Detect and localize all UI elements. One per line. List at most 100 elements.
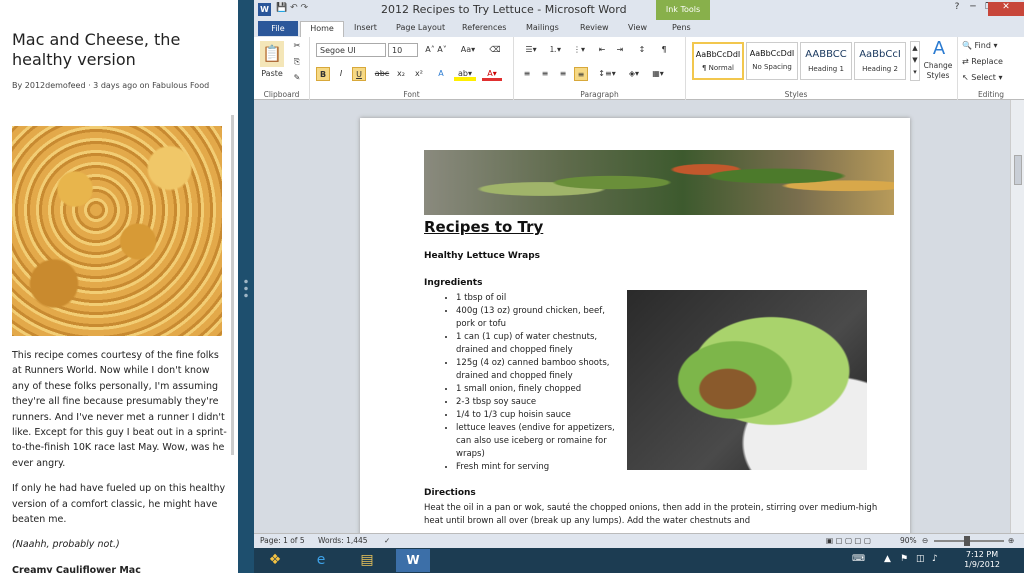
font-color-icon[interactable]: A▾ [482,67,502,81]
article-paragraph: This recipe comes courtesy of the fine f… [12,350,227,469]
style-normal[interactable]: AaBbCcDdI ¶ Normal [692,42,744,80]
show-formatting-icon[interactable]: ¶ [656,43,672,57]
ingredients-heading: Ingredients [424,278,483,288]
change-styles-button[interactable]: Change Styles [918,61,958,83]
recipe-title: Healthy Lettuce Wraps [424,251,541,261]
justify-icon[interactable]: ≡ [574,67,588,81]
numbering-icon[interactable]: ⒈▾ [544,43,566,57]
replace-label: Replace [971,57,1003,66]
word-count[interactable]: Words: 1,445 [318,536,368,545]
clock-time: 7:12 PM [965,550,999,559]
copy-icon[interactable]: ⎘ [290,55,304,69]
status-bar: Page: 1 of 5 Words: 1,445 ✓ ▣ ▢ ▢ ▢ ▢ 90… [254,533,1024,548]
find-button[interactable]: 🔍 Find ▾ [962,39,1020,53]
divider-grip-icon[interactable] [244,278,248,300]
vertical-scrollbar[interactable] [1010,100,1024,533]
internet-explorer-icon[interactable]: e [304,549,338,572]
superscript-button[interactable]: x² [412,67,426,81]
subscript-button[interactable]: x₂ [394,67,408,81]
cut-icon[interactable]: ✂ [290,39,304,53]
tab-mailings[interactable]: Mailings [526,23,559,32]
italic-button[interactable]: I [334,67,348,81]
view-buttons-icon[interactable]: ▣ ▢ ▢ ▢ ▢ [826,536,871,545]
font-group: Segoe UI 10 A˄ A˅ Aa▾ ⌫ B I U abc x₂ x² … [310,37,514,100]
font-size-box[interactable]: 10 [388,43,418,57]
paste-button[interactable]: Paste [258,67,286,81]
bullets-icon[interactable]: ☰▾ [520,43,542,57]
keyboard-icon[interactable]: ⌨ [852,554,865,564]
sort-icon[interactable]: ↕ [634,43,650,57]
bold-button[interactable]: B [316,67,330,81]
tab-insert[interactable]: Insert [354,23,377,32]
style-heading-1[interactable]: AABBCC Heading 1 [800,42,852,80]
zoom-out-icon[interactable]: ⊖ [922,536,928,545]
clear-formatting-icon[interactable]: ⌫ [486,43,504,57]
multilevel-list-icon[interactable]: ⋮▾ [568,43,590,57]
tab-file[interactable]: File [258,21,298,36]
snap-divider[interactable] [238,0,254,573]
lettuce-wrap-photo[interactable] [627,290,867,470]
align-center-icon[interactable]: ≡ [538,67,552,81]
zoom-slider-thumb[interactable] [964,536,970,546]
ink-tools-tab[interactable]: Ink Tools [656,0,710,20]
format-painter-icon[interactable]: ✎ [290,71,304,85]
find-label: Find [974,41,991,50]
title-bar: W 💾 ↶ ↷ 2012 Recipes to Try Lettuce - Mi… [254,0,1024,20]
file-explorer-icon[interactable]: ▤ [350,549,384,572]
word-app-icon[interactable]: W [258,3,271,16]
quick-access-toolbar-icon[interactable]: 💾 ↶ ↷ [276,3,308,13]
zoom-level[interactable]: 90% [900,536,917,545]
zoom-in-icon[interactable]: ⊕ [1008,536,1014,545]
word-taskbar-icon[interactable]: W [396,549,430,572]
replace-button[interactable]: ⇄ Replace [962,55,1020,69]
start-button-icon[interactable]: ❖ [258,549,292,572]
scrollbar-thumb[interactable] [1014,155,1022,185]
taskbar-clock[interactable]: 7:12 PM 1/9/2012 [964,550,1000,570]
highlight-icon[interactable]: ab▾ [454,67,476,81]
tab-home[interactable]: Home [300,21,344,37]
decrease-indent-icon[interactable]: ⇤ [594,43,610,57]
change-case-icon[interactable]: Aa▾ [458,43,478,57]
tab-review[interactable]: Review [580,23,609,32]
clipboard-group: 📋 Paste ✂ ⎘ ✎ Clipboard [254,37,310,100]
article-byline[interactable]: By 2012demofeed · 3 days ago on Fabulous… [12,81,209,90]
close-button[interactable]: ✕ [988,2,1024,16]
proofing-icon[interactable]: ✓ [384,536,390,545]
ribbon-tabs: File Home Insert Page Layout References … [254,20,1024,37]
style-name: Heading 2 [862,65,898,73]
line-spacing-icon[interactable]: ↕≡▾ [596,67,618,81]
text-effects-icon[interactable]: A [432,67,450,81]
tab-pens[interactable]: Pens [672,23,691,32]
select-button[interactable]: ↖ Select ▾ [962,71,1020,85]
flag-icon[interactable]: ⚑ [900,554,908,564]
style-name: ¶ Normal [701,64,734,72]
change-styles-icon[interactable]: A [922,39,956,59]
group-label: Paragraph [580,90,619,99]
align-left-icon[interactable]: ≡ [520,67,534,81]
page-count[interactable]: Page: 1 of 5 [260,536,305,545]
network-icon[interactable]: ◫ [916,554,925,564]
increase-indent-icon[interactable]: ⇥ [612,43,628,57]
list-item: 400g (13 oz) ground chicken, beef, pork … [456,305,626,331]
cursor-icon: ↖ [962,73,969,82]
style-heading-2[interactable]: AaBbCcI Heading 2 [854,42,906,80]
strikethrough-button[interactable]: abc [374,67,390,81]
tab-view[interactable]: View [628,23,647,32]
list-item: Fresh mint for serving [456,461,626,474]
shading-icon[interactable]: ◈▾ [624,67,644,81]
tab-page-layout[interactable]: Page Layout [396,23,445,32]
show-hidden-icons-icon[interactable]: ▲ [884,554,891,564]
tab-references[interactable]: References [462,23,506,32]
grow-shrink-font-icon[interactable]: A˄ A˅ [422,43,450,57]
reader-scrollbar[interactable] [231,115,234,455]
document-area[interactable]: Recipes to Try Healthy Lettuce Wraps Ing… [254,100,1010,533]
volume-icon[interactable]: ♪ [932,554,938,564]
borders-icon[interactable]: ▦▾ [648,67,668,81]
paste-icon[interactable]: 📋 [260,41,284,67]
style-no-spacing[interactable]: AaBbCcDdI No Spacing [746,42,798,80]
list-item: lettuce leaves (endive for appetizers, c… [456,422,626,461]
font-name-box[interactable]: Segoe UI [316,43,386,57]
underline-button[interactable]: U [352,67,366,81]
align-right-icon[interactable]: ≡ [556,67,570,81]
document-page[interactable]: Recipes to Try Healthy Lettuce Wraps Ing… [360,118,910,533]
